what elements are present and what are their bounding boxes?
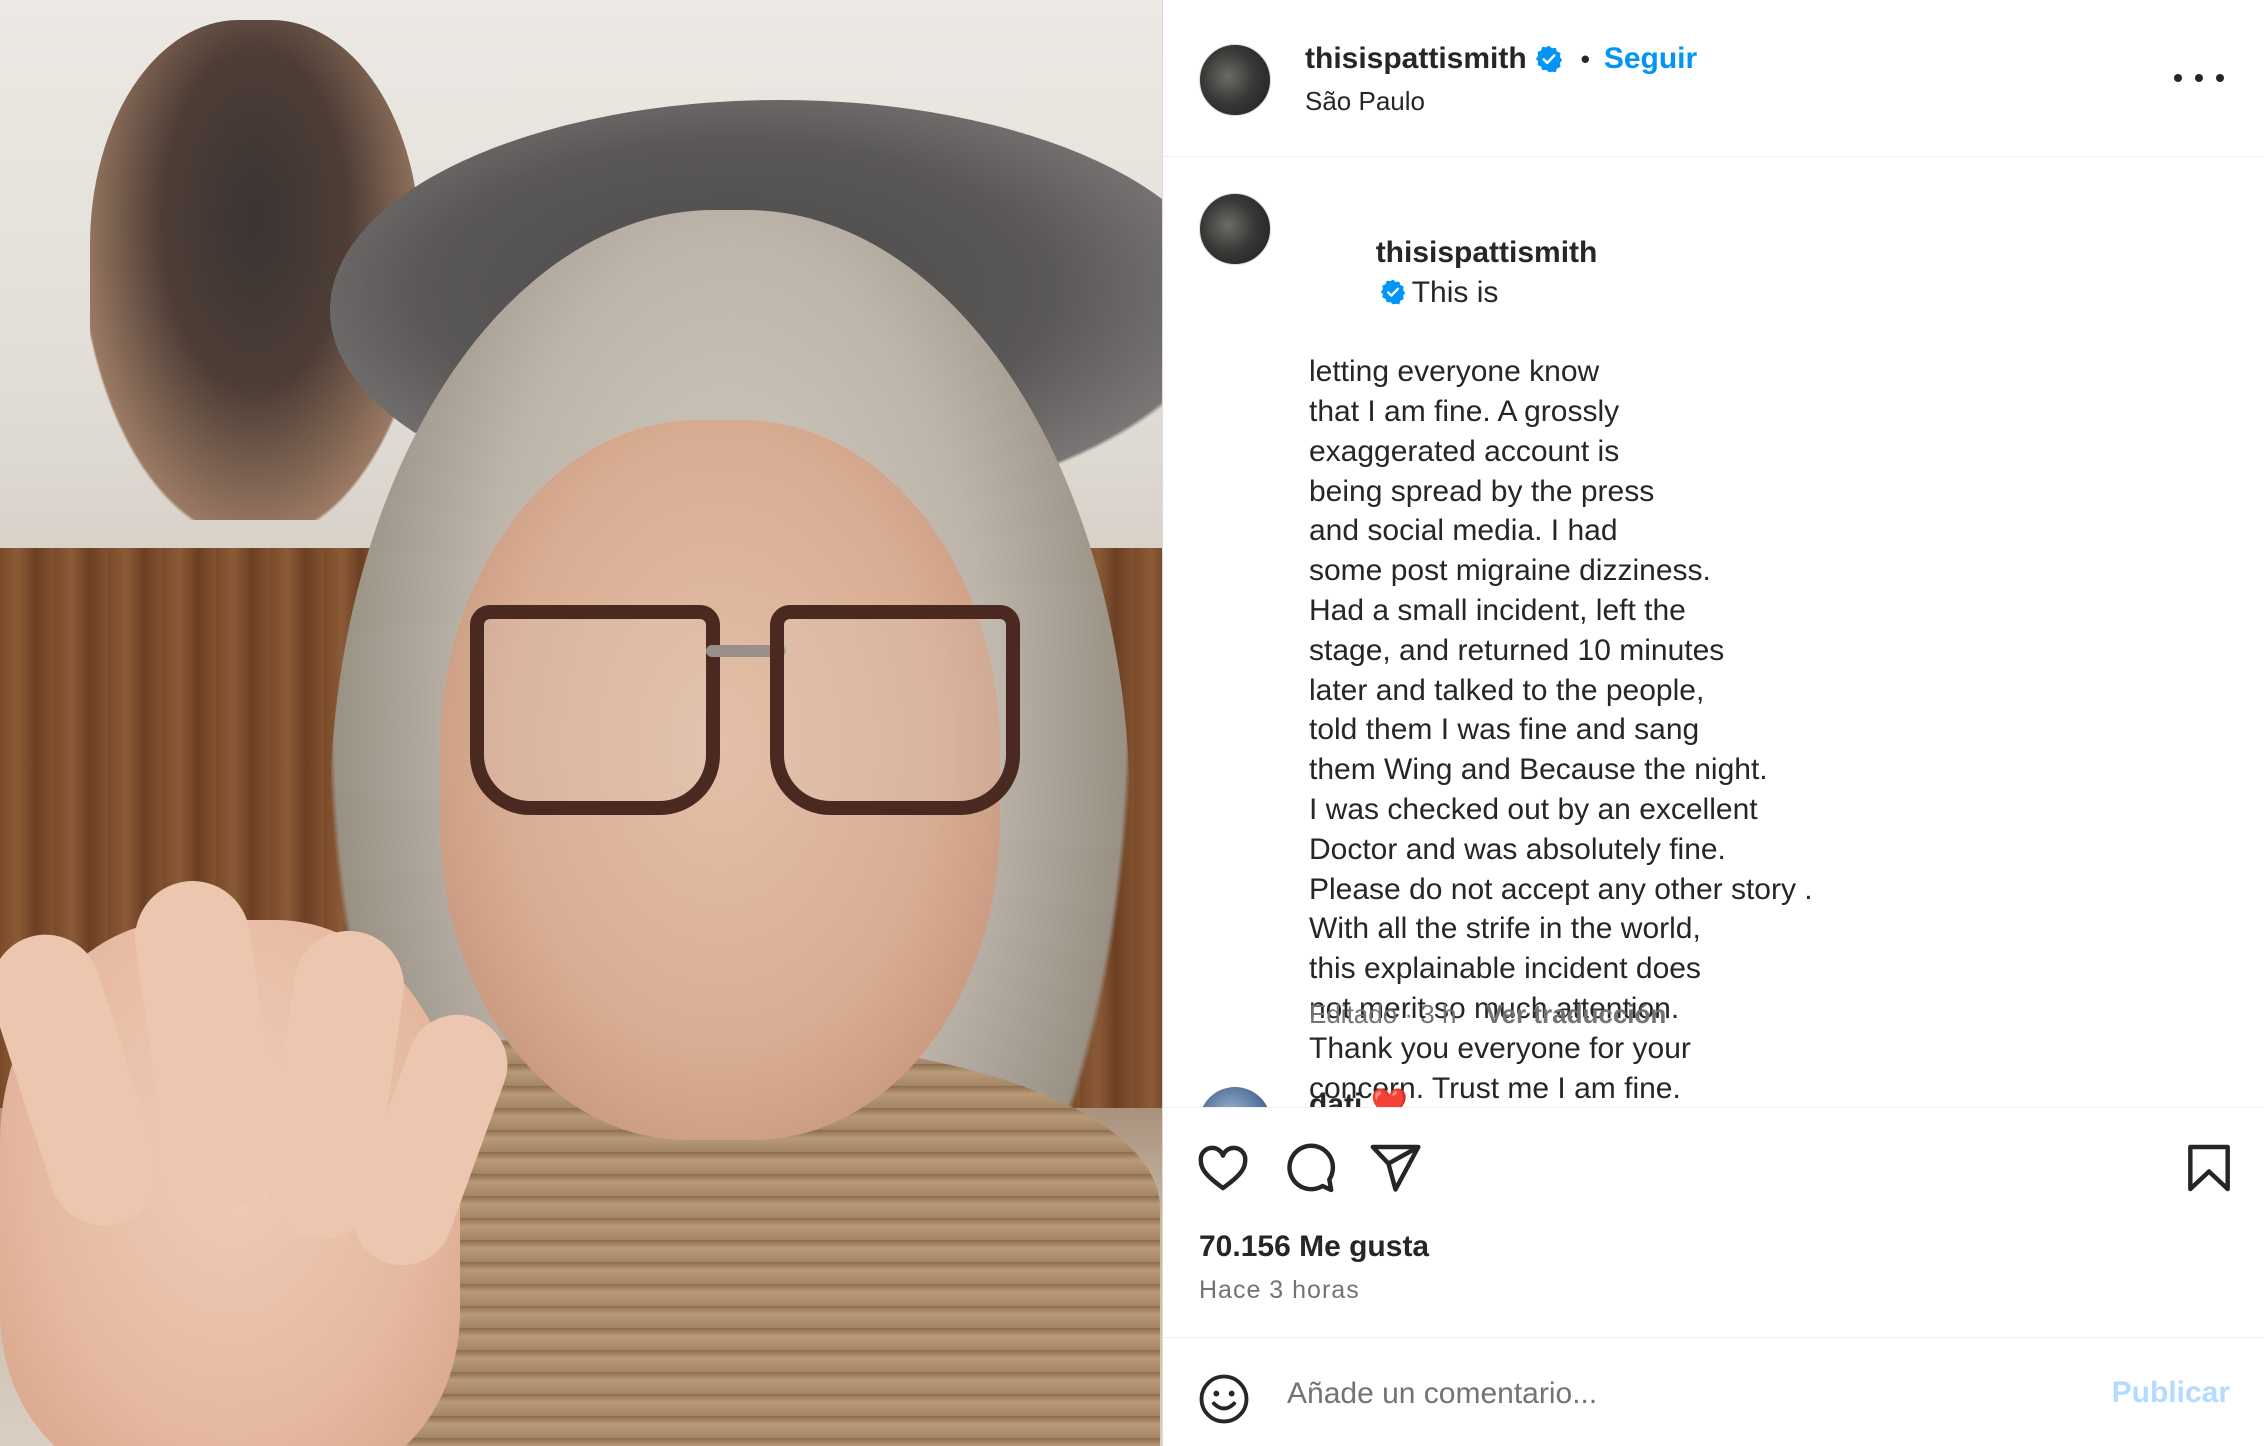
see-translation-link[interactable]: Ver traducción (1486, 999, 1667, 1029)
caption-line: that I am fine. A grossly (1309, 394, 1620, 428)
comment-input[interactable] (1287, 1364, 2047, 1424)
caption-line: This is (1411, 275, 1499, 309)
caption-line: letting everyone know (1309, 355, 1600, 389)
caption-line: concern. Trust me I am fine. (1309, 1071, 1681, 1105)
caption-line: Had a small incident, left the (1309, 593, 1686, 627)
header-username[interactable]: thisispattismith (1305, 42, 1527, 76)
caption-line: some post migraine dizziness. (1309, 554, 1711, 588)
likes-count[interactable]: 70.156 Me gusta (1199, 1230, 1429, 1264)
caption-line: Please do not accept any other story . (1309, 872, 1813, 906)
more-options-icon[interactable] (2174, 58, 2224, 98)
caption-line: being spread by the press (1309, 474, 1655, 508)
edited-timestamp: Editado · 3 h (1309, 999, 1457, 1029)
separator-dot: • (1580, 43, 1590, 74)
comment-icon[interactable] (1281, 1140, 1337, 1196)
verified-icon (1380, 279, 1405, 304)
avatar[interactable] (1199, 193, 1271, 265)
next-comment: dati ❤️ (1309, 1087, 1408, 1107)
caption-line: told them I was fine and sang (1309, 713, 1700, 747)
commenter-username[interactable]: dati (1309, 1088, 1362, 1107)
comment-emoji: ❤️ (1370, 1088, 1409, 1107)
commenter-avatar[interactable] (1199, 1087, 1271, 1107)
share-icon[interactable] (1367, 1140, 1423, 1196)
follow-button[interactable]: Seguir (1604, 42, 1697, 76)
caption-line: them Wing and Because the night. (1309, 753, 1768, 787)
eyeglasses (470, 605, 1030, 835)
bookmark-icon[interactable] (2181, 1140, 2237, 1196)
caption-line: Doctor and was absolutely fine. (1309, 832, 1726, 866)
caption-line: stage, and returned 10 minutes (1309, 633, 1725, 667)
location-link[interactable]: São Paulo (1305, 86, 1425, 117)
caption-text: thisispattismith This is letting everyon… (1309, 193, 2229, 1107)
post-time[interactable]: Hace 3 horas (1199, 1276, 1360, 1305)
caption-line: With all the strife in the world, (1309, 912, 1701, 946)
comment-bar: Publicar (1163, 1337, 2264, 1446)
caption-line: later and talked to the people, (1309, 673, 1705, 707)
caption-line: Thank you everyone for your (1309, 1031, 1691, 1065)
caption-line: and social media. I had (1309, 514, 1618, 548)
post-side-panel: thisispattismith • Seguir São Paulo this… (1162, 0, 2264, 1446)
caption-meta: Editado · 3 h Ver traducción (1309, 999, 1666, 1030)
caption-line: I was checked out by an excellent (1309, 792, 1758, 826)
avatar[interactable] (1199, 44, 1271, 116)
heart-icon[interactable] (1195, 1140, 1251, 1196)
post-photo[interactable] (0, 0, 1162, 1446)
caption-line: exaggerated account is (1309, 434, 1620, 468)
caption-username[interactable]: thisispattismith (1376, 236, 1598, 269)
verified-icon (1535, 45, 1562, 73)
caption-line: this explainable incident does (1309, 952, 1701, 986)
caption-section: thisispattismith This is letting everyon… (1163, 157, 2264, 1107)
post-header: thisispattismith • Seguir São Paulo (1163, 0, 2264, 157)
post-actions: 70.156 Me gusta Hace 3 horas (1163, 1107, 2264, 1337)
emoji-icon[interactable] (1197, 1372, 1251, 1426)
publish-button[interactable]: Publicar (2112, 1376, 2230, 1410)
